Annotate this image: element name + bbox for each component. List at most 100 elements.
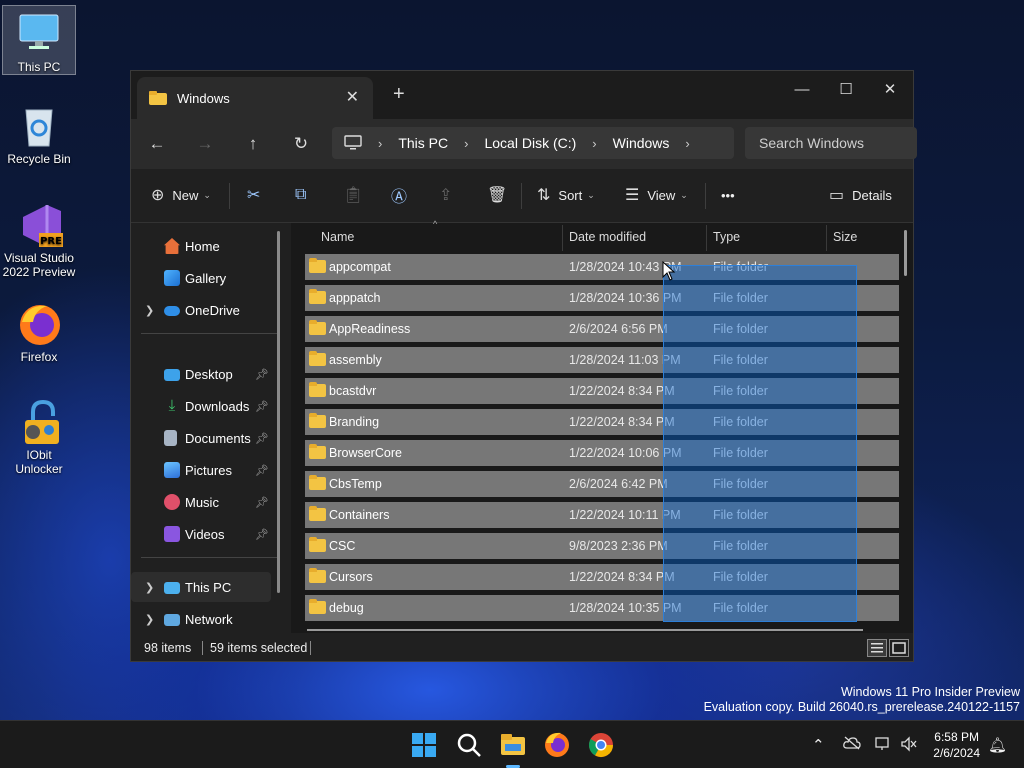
- tiles-view-button[interactable]: [889, 639, 909, 657]
- taskbar-firefox[interactable]: [543, 731, 571, 759]
- pictures-icon: [164, 462, 180, 478]
- paste-button[interactable]: 📋︎: [343, 183, 371, 207]
- sidebar-item-desktop[interactable]: Desktop 📌︎: [131, 359, 271, 389]
- up-button[interactable]: ↑: [241, 132, 265, 156]
- horizontal-scrollbar[interactable]: [307, 629, 863, 631]
- chevron-right-icon[interactable]: ❯: [145, 581, 154, 594]
- sidebar-item-home[interactable]: Home: [131, 231, 271, 261]
- desktop-icon-this-pc[interactable]: This PC: [2, 5, 76, 75]
- visual-studio-icon: PRE: [17, 203, 63, 247]
- new-tab-button[interactable]: +: [393, 83, 405, 106]
- taskbar-file-explorer[interactable]: [499, 731, 527, 759]
- column-header-date[interactable]: Date modified: [569, 230, 646, 244]
- chevron-right-icon[interactable]: ›: [685, 136, 689, 151]
- sidebar-scrollbar[interactable]: [277, 231, 280, 593]
- sidebar-item-network[interactable]: ❯ Network: [131, 604, 271, 634]
- file-name: bcastdvr: [329, 384, 377, 398]
- search-icon: [457, 733, 481, 757]
- search-input[interactable]: Search Windows: [745, 127, 917, 159]
- volume-tray-icon[interactable]: [900, 736, 918, 756]
- address-bar[interactable]: › This PC › Local Disk (C:) › Windows ›: [332, 127, 734, 159]
- network-tray-icon[interactable]: [874, 736, 892, 756]
- sidebar-item-onedrive[interactable]: ❯ OneDrive: [131, 295, 271, 325]
- desktop-icon-firefox[interactable]: Firefox: [2, 302, 76, 364]
- sidebar-item-downloads[interactable]: ⤓ Downloads 📌︎: [131, 391, 271, 421]
- column-separator[interactable]: [706, 225, 707, 251]
- sidebar-item-documents[interactable]: Documents 📌︎: [131, 423, 271, 453]
- file-name: debug: [329, 601, 364, 615]
- column-separator[interactable]: [826, 225, 827, 251]
- folder-icon: [309, 382, 326, 397]
- evaluation-watermark: Windows 11 Pro Insider Preview Evaluatio…: [704, 685, 1020, 715]
- desktop-icon-iobit-unlocker[interactable]: IObit Unlocker: [2, 399, 76, 476]
- search-button[interactable]: [455, 731, 483, 759]
- file-date-modified: 1/22/2024 8:34 PM: [569, 570, 675, 584]
- view-list-icon: ☰: [625, 187, 640, 204]
- new-label: New: [172, 187, 199, 203]
- breadcrumb-windows[interactable]: Windows: [613, 135, 670, 151]
- sort-ascending-icon: ^: [433, 219, 438, 229]
- sidebar-item-label: This PC: [185, 579, 232, 595]
- notifications-button[interactable]: 🔔︎: [988, 736, 1007, 754]
- rename-button[interactable]: Ⓐ: [391, 183, 415, 207]
- videos-icon: [164, 526, 180, 542]
- separator: [705, 183, 706, 209]
- folder-icon: [309, 351, 326, 366]
- desktop-icon-visual-studio[interactable]: PRE Visual Studio 2022 Preview: [2, 203, 76, 279]
- desktop-icon-recycle-bin[interactable]: Recycle Bin: [2, 104, 76, 166]
- new-button[interactable]: ⊕ New ⌄: [151, 183, 211, 207]
- refresh-button[interactable]: ↻: [289, 132, 313, 156]
- minimize-button[interactable]: —: [779, 75, 825, 105]
- sidebar-item-label: Documents: [185, 430, 251, 446]
- details-button[interactable]: ▭ Details: [829, 183, 892, 207]
- breadcrumb-this-pc[interactable]: This PC: [398, 135, 448, 151]
- delete-button[interactable]: 🗑︎: [487, 183, 515, 207]
- more-options-button[interactable]: •••: [721, 183, 735, 207]
- taskbar: ⌃ 6:58 PM 2/6/2024 🔔︎: [0, 720, 1024, 768]
- chevron-right-icon[interactable]: ❯: [145, 613, 154, 626]
- sidebar-item-videos[interactable]: Videos 📌︎: [131, 519, 271, 549]
- onedrive-tray-icon[interactable]: [843, 736, 861, 754]
- sidebar-item-pictures[interactable]: Pictures 📌︎: [131, 455, 271, 485]
- unlocker-icon: [17, 399, 61, 444]
- close-button[interactable]: ✕: [867, 75, 913, 105]
- taskbar-chrome[interactable]: [587, 731, 615, 759]
- sidebar-item-label: Network: [185, 611, 233, 627]
- column-header-name[interactable]: Name: [321, 230, 354, 244]
- pin-icon: 📌︎: [255, 368, 269, 381]
- sidebar-item-music[interactable]: Music 📌︎: [131, 487, 271, 517]
- copy-button[interactable]: ⧉: [295, 183, 314, 207]
- start-button[interactable]: [410, 731, 438, 759]
- forward-button[interactable]: →: [193, 132, 217, 156]
- sidebar-item-this-pc[interactable]: ❯ This PC: [131, 572, 271, 602]
- clock[interactable]: 6:58 PM 2/6/2024: [933, 729, 980, 761]
- breadcrumb-local-disk[interactable]: Local Disk (C:): [484, 135, 576, 151]
- file-name: assembly: [329, 353, 382, 367]
- desktop-icon-label: IObit Unlocker: [15, 448, 63, 476]
- sidebar-item-label: Desktop: [185, 366, 233, 382]
- watermark-line-2: Evaluation copy. Build 26040.rs_prerelea…: [703, 700, 1020, 714]
- sidebar-item-label: Gallery: [185, 270, 227, 286]
- column-separator[interactable]: [562, 225, 563, 251]
- tab-windows[interactable]: Windows ✕: [137, 77, 373, 119]
- chevron-right-icon[interactable]: ❯: [145, 304, 154, 317]
- pin-icon: 📌︎: [255, 528, 269, 541]
- clock-date: 2/6/2024: [933, 746, 980, 760]
- sort-button[interactable]: ⇅ Sort ⌄: [537, 183, 595, 207]
- view-button[interactable]: ☰ View ⌄: [625, 183, 688, 207]
- file-name: Branding: [329, 415, 380, 429]
- column-header-size[interactable]: Size: [833, 230, 857, 244]
- file-list-scrollbar[interactable]: [904, 230, 907, 276]
- maximize-button[interactable]: ☐: [823, 75, 869, 105]
- column-header-type[interactable]: Type: [713, 230, 740, 244]
- back-button[interactable]: ←: [145, 132, 169, 156]
- cut-button[interactable]: ✂: [247, 183, 268, 207]
- share-button[interactable]: ⇪: [439, 183, 460, 207]
- folder-icon: [309, 506, 326, 521]
- sidebar-item-gallery[interactable]: Gallery: [131, 263, 271, 293]
- details-view-button[interactable]: [867, 639, 887, 657]
- file-name: apppatch: [329, 291, 381, 305]
- show-hidden-icons-button[interactable]: ⌃: [812, 736, 825, 754]
- tab-close-button[interactable]: ✕: [346, 87, 359, 107]
- sidebar-item-label: Downloads: [185, 398, 250, 414]
